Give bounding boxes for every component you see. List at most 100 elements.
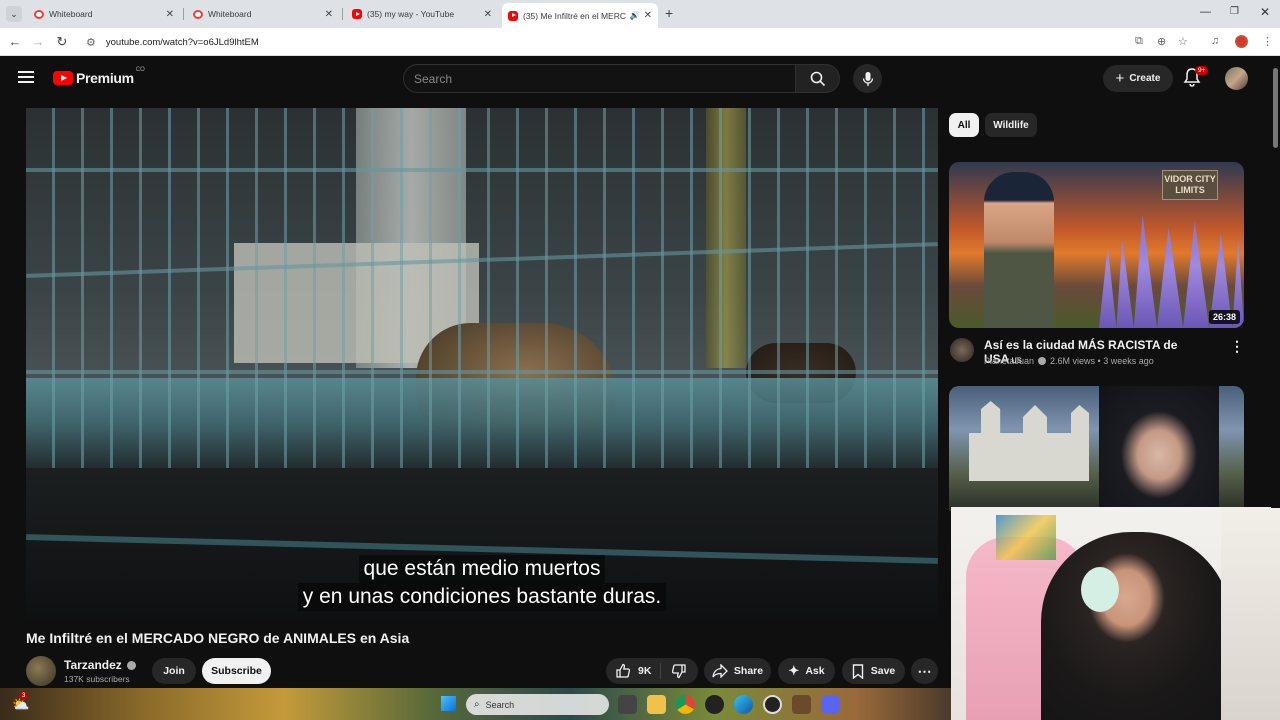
- task-view-icon[interactable]: [618, 695, 637, 714]
- cage-bar: [26, 370, 938, 374]
- channel-avatar[interactable]: [26, 656, 56, 686]
- new-tab-button[interactable]: +: [665, 5, 673, 21]
- channel-avatar[interactable]: [950, 338, 974, 362]
- recommended-video-thumbnail[interactable]: [949, 386, 1244, 511]
- caption-line: que están medio muertos: [358, 555, 606, 583]
- youtube-header: Premium CO + Create 9+: [0, 58, 1280, 100]
- chip-all[interactable]: All: [949, 113, 979, 137]
- search-input[interactable]: [404, 65, 795, 92]
- media-controls-icon[interactable]: ♫: [1211, 35, 1219, 47]
- browser-tab-active[interactable]: (35) Me Infiltré en el MERC 🔊 ✕: [502, 3, 658, 28]
- forward-arrow-icon[interactable]: →: [30, 34, 46, 49]
- close-tab-icon[interactable]: ✕: [484, 9, 492, 20]
- account-avatar[interactable]: [1225, 67, 1248, 90]
- browser-tab-strip: ⌄ Whiteboard ✕ Whiteboard ✕ (35) my way …: [0, 0, 1280, 28]
- browser-menu-icon[interactable]: ⋮: [1262, 35, 1273, 48]
- subscriber-count: 137K subscribers: [64, 674, 130, 684]
- bookmark-star-icon[interactable]: ☆: [1178, 35, 1188, 48]
- like-button[interactable]: 9K: [606, 663, 651, 679]
- tab-title: Whiteboard: [208, 9, 252, 19]
- youtube-premium-logo[interactable]: Premium CO: [53, 67, 145, 86]
- more-actions-button[interactable]: ⋯: [911, 658, 938, 684]
- video-title: Me Infiltré en el MERCADO NEGRO de ANIMA…: [26, 630, 410, 646]
- zoom-icon[interactable]: ⊕: [1157, 35, 1166, 48]
- start-menu-icon[interactable]: [441, 696, 456, 711]
- share-label: Share: [733, 665, 764, 677]
- search-icon: ⌕: [474, 699, 480, 710]
- ask-label: Ask: [805, 665, 825, 677]
- close-tab-icon[interactable]: ✕: [644, 10, 652, 21]
- search-button[interactable]: [796, 64, 840, 93]
- bookmark-icon: [852, 663, 863, 679]
- subscribe-button[interactable]: Subscribe: [202, 658, 271, 684]
- tab-title: (35) my way - YouTube: [367, 9, 455, 19]
- dislike-button[interactable]: [671, 663, 687, 679]
- browser-tab[interactable]: Whiteboard ✕: [187, 3, 339, 25]
- tab-separator: [183, 8, 184, 20]
- more-horizontal-icon: ⋯: [917, 662, 932, 679]
- page-scrollbar[interactable]: [1271, 58, 1280, 508]
- thumbnail-person: [984, 172, 1054, 328]
- thumbs-up-icon: [616, 663, 631, 678]
- url-field[interactable]: ⚙ youtube.com/watch?v=o6JLd9lhtEM: [80, 31, 1200, 53]
- rec-channel-name[interactable]: PlanetaJuan: [984, 356, 1034, 366]
- tab-title: (35) Me Infiltré en el MERC: [523, 10, 626, 21]
- notification-count-badge: 9+: [1195, 66, 1209, 75]
- join-button[interactable]: Join: [152, 658, 196, 684]
- subscribe-label: Subscribe: [211, 665, 262, 677]
- webcam-overlay: [951, 507, 1280, 720]
- close-window-icon[interactable]: ✕: [1260, 5, 1270, 19]
- profile-avatar-icon[interactable]: [1235, 35, 1248, 48]
- youtube-icon: [508, 10, 518, 21]
- whiteboard-icon: [34, 9, 44, 19]
- back-arrow-icon[interactable]: ←: [7, 34, 23, 49]
- recommended-video-thumbnail[interactable]: VIDOR CITY LIMITS 26:38: [949, 162, 1244, 328]
- minimize-icon[interactable]: —: [1200, 6, 1211, 18]
- notifications-button[interactable]: 9+: [1183, 66, 1209, 89]
- windows-taskbar: ⛅ ⌕ Search: [0, 688, 951, 720]
- taskbar-search[interactable]: ⌕ Search: [466, 694, 609, 715]
- create-button[interactable]: + Create: [1103, 65, 1173, 92]
- voice-search-button[interactable]: [853, 64, 882, 93]
- like-dislike-group: 9K: [606, 658, 698, 684]
- chip-wildlife[interactable]: Wildlife: [985, 113, 1037, 137]
- edge-icon[interactable]: [734, 695, 753, 714]
- caption-line: y en unas condiciones bastante duras.: [297, 583, 667, 611]
- hamburger-menu-icon[interactable]: [18, 71, 34, 85]
- restore-icon[interactable]: ❐: [1230, 6, 1239, 17]
- scrollbar-thumb[interactable]: [1273, 68, 1278, 148]
- site-info-icon[interactable]: ⚙: [86, 36, 96, 49]
- channel-name[interactable]: Tarzandez: [64, 658, 136, 672]
- reload-icon[interactable]: ↻: [54, 34, 70, 50]
- headset: [1081, 567, 1119, 612]
- plus-icon: +: [1115, 70, 1125, 87]
- share-button[interactable]: Share: [704, 658, 771, 684]
- discord-icon[interactable]: [821, 695, 840, 714]
- chrome-icon[interactable]: [676, 695, 695, 714]
- tab-search-dropdown[interactable]: ⌄: [6, 6, 22, 22]
- save-button[interactable]: Save: [842, 658, 905, 684]
- search-box[interactable]: [403, 64, 796, 93]
- verified-check-icon: [1038, 357, 1047, 365]
- chip-label: Wildlife: [993, 119, 1029, 131]
- obs-icon[interactable]: [763, 695, 782, 714]
- close-tab-icon[interactable]: ✕: [166, 9, 174, 20]
- search-icon: [810, 71, 825, 86]
- tab-separator: [342, 8, 343, 20]
- browser-tab[interactable]: Whiteboard ✕: [28, 3, 180, 25]
- video-player[interactable]: que están medio muertos y en unas condic…: [26, 108, 938, 620]
- chip-label: All: [957, 119, 971, 131]
- more-vertical-icon[interactable]: ⋮: [1230, 338, 1244, 355]
- recommended-video-meta: PlanetaJuan 2.6M views • 3 weeks ago: [984, 356, 1154, 366]
- youtube-icon: [352, 9, 362, 19]
- share-arrow-icon: [712, 664, 728, 678]
- app-icon[interactable]: [705, 695, 724, 714]
- app-icon[interactable]: [792, 695, 811, 714]
- ask-button[interactable]: ✦ Ask: [778, 658, 835, 684]
- install-app-icon[interactable]: ⧉: [1135, 35, 1143, 48]
- browser-tab[interactable]: (35) my way - YouTube ✕: [346, 3, 498, 25]
- audio-playing-icon[interactable]: 🔊: [630, 11, 640, 20]
- thumbnail-castle: [969, 401, 1089, 481]
- close-tab-icon[interactable]: ✕: [325, 9, 333, 20]
- file-explorer-icon[interactable]: [647, 695, 666, 714]
